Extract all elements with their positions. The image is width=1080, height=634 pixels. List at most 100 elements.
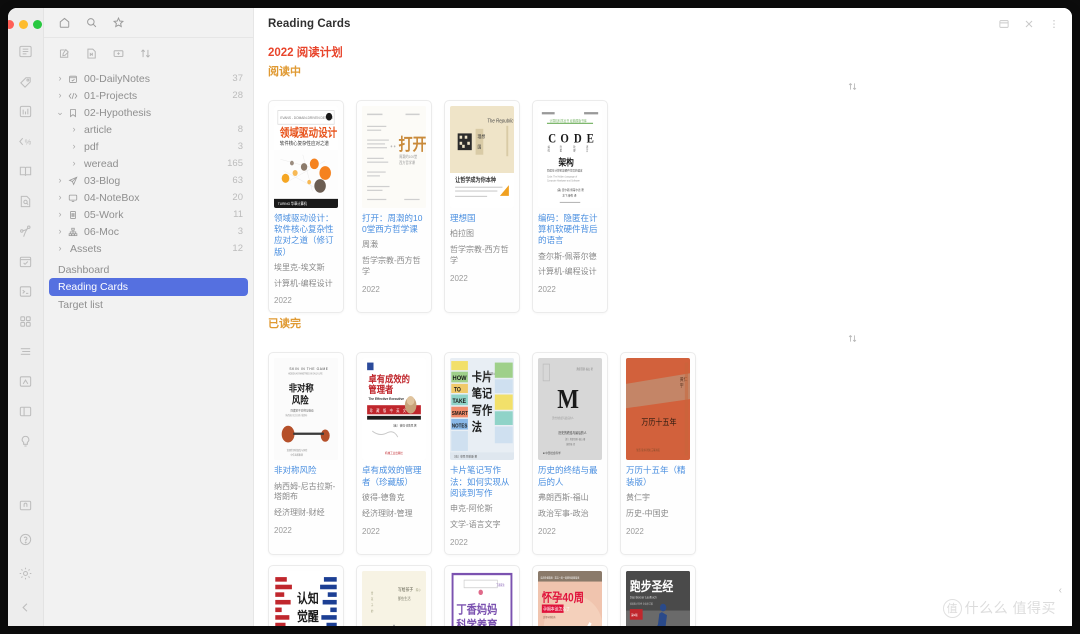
book-open-icon[interactable]	[17, 163, 34, 180]
svg-text:非对称: 非对称	[289, 382, 314, 394]
scroll-arrows[interactable]: ‹	[1059, 585, 1062, 596]
chevron-right-icon[interactable]: ›	[54, 210, 66, 219]
tree-item-pdf[interactable]: ›pdf3	[44, 138, 253, 155]
chevron-right-icon[interactable]: ›	[54, 91, 66, 100]
book-title-link[interactable]: 万历十五年（精装版）	[626, 465, 690, 487]
new-folder-icon[interactable]	[112, 47, 125, 60]
sort-icon[interactable]	[139, 47, 152, 60]
close-icon[interactable]	[1023, 18, 1035, 30]
chevron-right-icon[interactable]: ›	[68, 142, 80, 151]
help-icon[interactable]	[17, 531, 34, 548]
tree-item-04-notebox[interactable]: ›04-NoteBox20	[44, 189, 253, 206]
search-icon[interactable]	[85, 16, 98, 29]
panel-layout-icon[interactable]	[17, 403, 34, 420]
tree-item-count: 11	[227, 209, 243, 220]
bulb-icon[interactable]	[17, 433, 34, 450]
book-card[interactable]: HOWTOTAKESMARTNOTES卡片笔记写作法如何实现从阅读到写作［德］申…	[444, 352, 520, 554]
close-window-button[interactable]	[8, 20, 14, 29]
chevron-right-icon[interactable]: ›	[68, 125, 80, 134]
chevron-right-icon[interactable]: ›	[54, 74, 66, 83]
book-card[interactable]: 计算机科学丛书 经典原版书库CODE编隐软语码匿硬言架构隐匿在计算机软硬件背后的…	[532, 100, 608, 313]
book-card[interactable]: 弗朗西斯·福山 著M历史的终结与最后的人历史的终结与最后的人［美］弗朗西斯·福山…	[532, 352, 608, 554]
file-search-icon[interactable]	[17, 193, 34, 210]
book-card[interactable]: 实用孕期指南 · 遗忘一周一周愿孝周期指南怀孕40周孕期本该怎么了实用孕期指南赠…	[532, 565, 608, 626]
book-card[interactable]: 打开周濲的100堂西方哲学课打开：周濲的100堂西方哲学课周濲哲学宗教-西方哲学…	[356, 100, 432, 313]
book-card[interactable]: 丁香医生丁香妈妈科学养育从0-3岁宝宝的养育问题一站式解决	[444, 565, 520, 626]
chevron-right-icon[interactable]: ›	[54, 193, 66, 202]
book-title-link[interactable]: 编码：隐匿在计算机软硬件背后的语言	[538, 213, 602, 247]
svg-text:理想: 理想	[478, 133, 486, 139]
book-title-link[interactable]: 领域驱动设计：软件核心复杂性应对之道（修订版）	[274, 213, 338, 258]
terminal-icon[interactable]	[17, 283, 34, 300]
book-title-link[interactable]: 卓有成效的管理者（珍藏版）	[362, 465, 426, 487]
tree-item-01-projects[interactable]: ›01-Projects28	[44, 87, 253, 104]
tree-item-03-blog[interactable]: ›03-Blog63	[44, 172, 253, 189]
code-percent-icon[interactable]: %	[17, 133, 34, 150]
svg-text:■ 中国社会科学: ■ 中国社会科学	[543, 451, 561, 455]
tree-item-assets[interactable]: ›Assets12	[44, 240, 253, 257]
page-list: DashboardReading CardsTarget list	[44, 259, 253, 313]
book-card[interactable]: 卓有成效的管理者The Effective Executive珍 藏 版 中 英…	[356, 352, 432, 554]
sidebar-item-reading-cards[interactable]: Reading Cards	[49, 278, 248, 296]
settings-gear-icon[interactable]	[17, 565, 34, 582]
card-grid: SKIN IN THE GAMEHIDDEN ASYMMETRIES IN DA…	[268, 352, 1054, 554]
chevron-down-icon[interactable]: ⌄	[54, 108, 66, 117]
calendar-check-icon[interactable]	[17, 253, 34, 270]
svg-text:O: O	[560, 131, 568, 146]
tree-item-06-moc[interactable]: ›06-Moc3	[44, 223, 253, 240]
book-title-link[interactable]: 非对称风险	[274, 465, 338, 476]
book-card[interactable]: 给孩子的写给孩子那些生活陈小	[356, 565, 432, 626]
book-card[interactable]: 黄仁宇万历十五年生活·读书·新知 三联书店万历十五年（精装版）黄仁宇历史-中国史…	[620, 352, 696, 554]
tree-item-count: 12	[226, 243, 243, 254]
book-card[interactable]: 跑步圣经Das Boxxer Laufbuch德国跑步圣经 全面修订版第9版人民…	[620, 565, 696, 626]
svg-text:跑步圣经: 跑步圣经	[630, 578, 674, 594]
book-card[interactable]: The Republic理想国让哲学成为你本种理想国柏拉图哲学宗教-西方哲学20…	[444, 100, 520, 313]
collapse-left-icon[interactable]	[17, 599, 34, 616]
sidebar-item-dashboard[interactable]: Dashboard	[44, 261, 253, 278]
book-title-link[interactable]: 卡片笔记写作法：如何实现从阅读到写作	[450, 465, 514, 499]
svg-text:HOW: HOW	[453, 375, 467, 383]
svg-text:［德］申克·阿伦斯 著: ［德］申克·阿伦斯 著	[453, 455, 478, 459]
book-title-link[interactable]: 打开：周濲的100堂西方哲学课	[362, 213, 426, 235]
tree-item-02-hypothesis[interactable]: ⌄02-Hypothesis	[44, 104, 253, 121]
home-icon[interactable]	[58, 16, 71, 29]
maximize-window-button[interactable]	[33, 20, 42, 29]
document-list-icon[interactable]	[17, 43, 34, 60]
sidebar-item-target-list[interactable]: Target list	[44, 296, 253, 313]
tree-item-count: 3	[232, 141, 243, 152]
more-options-icon[interactable]	[1048, 18, 1060, 30]
tree-item-00-dailynotes[interactable]: ›00-DailyNotes37	[44, 70, 253, 87]
minimize-window-button[interactable]	[19, 20, 28, 29]
new-doc-icon[interactable]	[85, 47, 98, 60]
star-icon[interactable]	[112, 16, 125, 29]
sort-icon[interactable]	[847, 333, 858, 349]
outline-icon[interactable]	[17, 343, 34, 360]
book-title-link[interactable]: 历史的终结与最后的人	[538, 465, 602, 487]
chevron-right-icon[interactable]: ›	[68, 159, 80, 168]
sort-icon[interactable]	[847, 81, 858, 97]
tag-icon[interactable]	[17, 73, 34, 90]
chevron-right-icon[interactable]: ›	[54, 227, 66, 236]
reader-mode-icon[interactable]	[998, 18, 1010, 30]
tree-item-weread[interactable]: ›weread165	[44, 155, 253, 172]
graph-branch-icon[interactable]	[17, 223, 34, 240]
plugin-icon[interactable]	[17, 497, 34, 514]
tree-item-article[interactable]: ›article8	[44, 121, 253, 138]
new-note-icon[interactable]	[58, 47, 71, 60]
svg-text:宇: 宇	[680, 382, 684, 388]
snippet-icon[interactable]	[17, 373, 34, 390]
book-card[interactable]: SKIN IN THE GAMEHIDDEN ASYMMETRIES IN DA…	[268, 352, 344, 554]
svg-text:历史的终结与最后的人: 历史的终结与最后的人	[552, 416, 574, 420]
send-icon	[66, 176, 80, 186]
grid-dots-icon[interactable]	[17, 313, 34, 330]
chart-icon[interactable]	[17, 103, 34, 120]
book-card[interactable]: 认知觉醒开启自我改变的原动力周屭 著人民邮电出版社	[268, 565, 344, 626]
book-title-link[interactable]: 理想国	[450, 213, 514, 224]
chevron-right-icon[interactable]: ›	[54, 244, 66, 253]
chevron-right-icon[interactable]: ›	[54, 176, 66, 185]
svg-text:丁香医生: 丁香医生	[496, 583, 505, 587]
tree-item-label: 00-DailyNotes	[80, 73, 226, 85]
book-card[interactable]: EVANS - DOMAIN-DRIVEN DESIGN领域驱动设计软件核心复杂…	[268, 100, 344, 313]
tree-item-05-work[interactable]: ›05-Work11	[44, 206, 253, 223]
scroll-prev-icon[interactable]: ‹	[1059, 585, 1062, 596]
